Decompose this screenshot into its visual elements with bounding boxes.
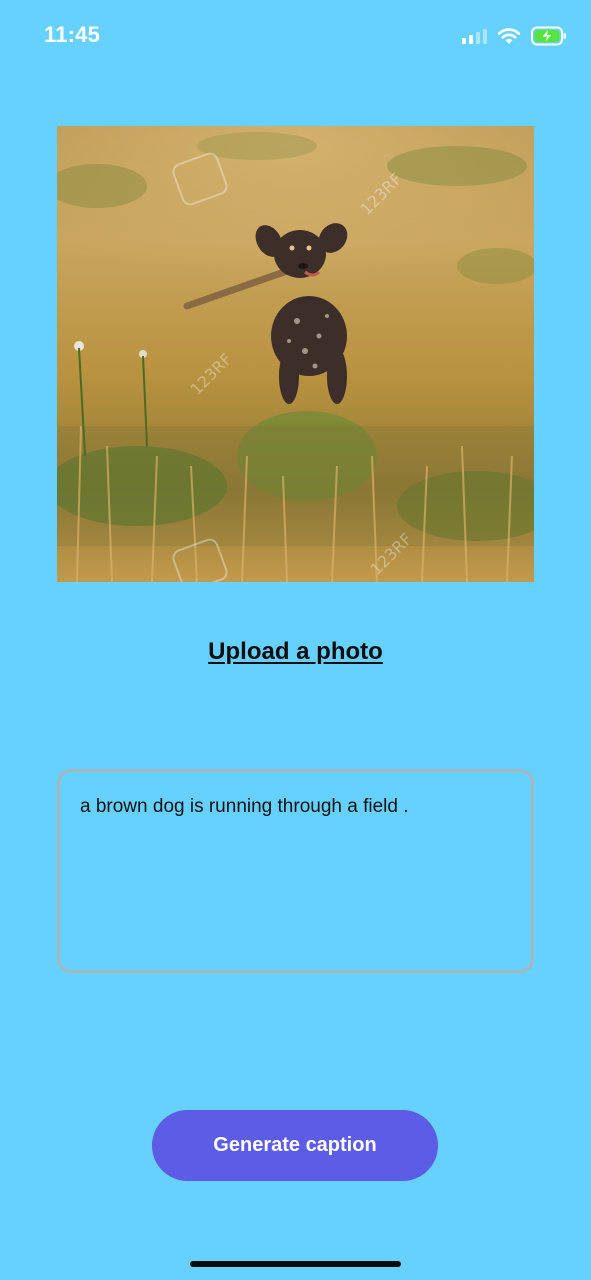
home-indicator[interactable]	[190, 1261, 401, 1267]
generate-caption-button[interactable]: Generate caption	[152, 1110, 438, 1181]
upload-photo-link[interactable]: Upload a photo	[0, 638, 591, 666]
uploaded-photo: 123RF 123RF 123RF	[57, 126, 534, 582]
status-bar: 11:45	[0, 0, 591, 70]
status-time: 11:45	[44, 22, 101, 47]
caption-output-box[interactable]: a brown dog is running through a field .	[57, 769, 534, 973]
wifi-icon	[497, 28, 521, 44]
signal-icon	[462, 28, 487, 44]
battery-charging-icon	[531, 26, 566, 46]
status-icons	[462, 24, 567, 48]
caption-text: a brown dog is running through a field .	[80, 796, 409, 817]
